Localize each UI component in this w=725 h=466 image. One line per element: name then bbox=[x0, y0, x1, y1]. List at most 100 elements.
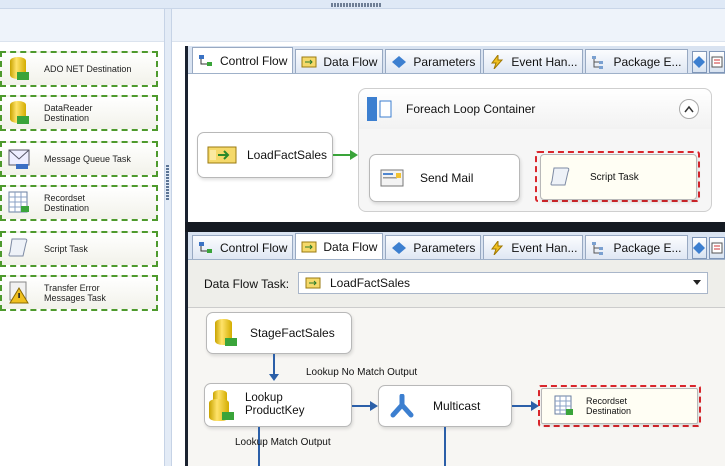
multicast-icon bbox=[389, 393, 415, 418]
parameters-icon bbox=[391, 241, 407, 255]
tab-control-flow[interactable]: Control Flow bbox=[192, 235, 294, 259]
toolbox-item-ado-net-destination[interactable]: ADO NET Destination bbox=[0, 51, 158, 87]
toolbox-item-script-task[interactable]: Script Task bbox=[0, 231, 158, 267]
script-task-label: Script Task bbox=[590, 171, 639, 183]
tab-package-explorer[interactable]: Package E... bbox=[585, 49, 688, 73]
send-mail-label: Send Mail bbox=[420, 170, 474, 185]
designer-header bbox=[172, 9, 725, 42]
task-selector-label: Data Flow Task: bbox=[204, 277, 290, 291]
tab-data-flow[interactable]: Data Flow bbox=[295, 49, 384, 73]
toolbox-item-label: Recordset Destination bbox=[44, 193, 90, 213]
recordset-grid-icon bbox=[8, 190, 30, 216]
database-source-icon bbox=[214, 318, 238, 348]
diamond-icon bbox=[693, 242, 706, 254]
toolbox-item-label: Transfer Error Messages Task bbox=[44, 283, 106, 303]
toolbox-item-datareader-destination[interactable]: DataReader Destination bbox=[0, 95, 158, 131]
lookup-product-key-label: Lookup ProductKey bbox=[245, 392, 305, 417]
toolbox-item-label: ADO NET Destination bbox=[44, 64, 132, 74]
package-button[interactable] bbox=[709, 51, 725, 73]
control-flow-icon bbox=[198, 54, 214, 68]
package-tree-icon bbox=[591, 241, 607, 255]
tab-label: Control Flow bbox=[220, 53, 288, 68]
tab-label: Event Han... bbox=[511, 54, 578, 69]
designer-tabs: Control Flow Data Flow Parameters Event … bbox=[188, 46, 725, 74]
data-flow-task-icon bbox=[305, 277, 321, 289]
toolbox-header bbox=[0, 9, 164, 42]
multicast-label: Multicast bbox=[433, 398, 481, 413]
tab-label: Parameters bbox=[413, 54, 476, 69]
chevron-up-icon bbox=[684, 105, 694, 113]
tab-label: Parameters bbox=[413, 240, 476, 255]
diamond-button[interactable] bbox=[691, 51, 708, 73]
toolbox-item-label: Script Task bbox=[44, 244, 88, 254]
multicast-transform[interactable]: Multicast bbox=[378, 385, 512, 427]
scroll-icon bbox=[8, 236, 30, 262]
tab-label: Package E... bbox=[613, 54, 682, 69]
envelope-icon bbox=[8, 146, 30, 172]
tab-event-handlers[interactable]: Event Han... bbox=[483, 235, 584, 259]
collapse-button[interactable] bbox=[679, 99, 699, 119]
precedence-arrow-head bbox=[350, 150, 358, 160]
recordset-grid-icon bbox=[554, 395, 574, 417]
package-icon bbox=[711, 56, 723, 68]
tab-control-flow[interactable]: Control Flow bbox=[192, 47, 294, 73]
lightning-icon bbox=[489, 53, 505, 69]
control-flow-designer: Control Flow Data Flow Parameters Event … bbox=[185, 46, 725, 222]
tab-parameters[interactable]: Parameters bbox=[385, 49, 482, 73]
connector-arrow-head bbox=[370, 401, 378, 411]
send-mail-task[interactable]: Send Mail bbox=[369, 154, 520, 202]
lightning-icon bbox=[489, 239, 505, 255]
mail-icon bbox=[380, 168, 404, 188]
stage-fact-sales-label: StageFactSales bbox=[250, 325, 335, 340]
connector-line bbox=[444, 427, 446, 466]
recordset-destination[interactable]: Recordset Destination bbox=[541, 388, 698, 424]
control-flow-icon bbox=[198, 241, 214, 255]
tab-label: Data Flow bbox=[323, 54, 378, 69]
warning-transfer-icon bbox=[8, 280, 30, 306]
task-selector-value: LoadFactSales bbox=[330, 276, 411, 290]
lookup-no-match-label: Lookup No Match Output bbox=[306, 367, 418, 378]
tab-package-explorer[interactable]: Package E... bbox=[585, 235, 688, 259]
tab-label: Data Flow bbox=[323, 239, 378, 254]
task-selector[interactable]: LoadFactSales bbox=[298, 272, 708, 294]
load-fact-sales-label: LoadFactSales bbox=[247, 147, 328, 162]
toolbox-item-recordset-destination[interactable]: Recordset Destination bbox=[0, 185, 158, 221]
stage-fact-sales-source[interactable]: StageFactSales bbox=[206, 312, 352, 354]
recordset-destination-label: Recordset Destination bbox=[586, 396, 632, 416]
splitter[interactable] bbox=[164, 9, 172, 466]
data-flow-task-icon bbox=[207, 145, 237, 165]
tab-parameters[interactable]: Parameters bbox=[385, 235, 482, 259]
container-header: Foreach Loop Container bbox=[359, 89, 711, 129]
diamond-button[interactable] bbox=[691, 237, 708, 259]
datareader-icon bbox=[8, 100, 30, 126]
task-selector-bar: Data Flow Task: LoadFactSales bbox=[188, 260, 725, 308]
connector-line bbox=[512, 405, 532, 407]
package-tree-icon bbox=[591, 55, 607, 69]
script-task[interactable]: Script Task bbox=[540, 154, 697, 200]
tab-label: Event Han... bbox=[511, 240, 578, 255]
diamond-icon bbox=[693, 56, 706, 68]
connector-line bbox=[352, 405, 372, 407]
package-button[interactable] bbox=[709, 237, 725, 259]
scroll-icon bbox=[550, 166, 572, 188]
panel-grip[interactable] bbox=[331, 3, 381, 7]
tab-event-handlers[interactable]: Event Han... bbox=[483, 49, 584, 73]
package-icon bbox=[711, 242, 723, 254]
toolbox-item-transfer-error-messages-task[interactable]: Transfer Error Messages Task bbox=[0, 275, 158, 311]
load-fact-sales-task[interactable]: LoadFactSales bbox=[197, 132, 333, 178]
data-flow-designer: Control Flow Data Flow Parameters Event … bbox=[185, 232, 725, 466]
connector-arrow-head bbox=[269, 374, 279, 381]
data-flow-icon bbox=[301, 240, 317, 254]
tab-data-flow[interactable]: Data Flow bbox=[295, 233, 384, 259]
foreach-loop-container[interactable]: Foreach Loop Container Send Mail Script … bbox=[358, 88, 712, 212]
container-title: Foreach Loop Container bbox=[406, 102, 536, 116]
lookup-icon bbox=[209, 390, 235, 421]
foreach-loop-icon bbox=[365, 95, 393, 123]
database-arrow-icon bbox=[8, 56, 30, 82]
splitter-grip[interactable] bbox=[166, 165, 169, 200]
designer-separator bbox=[185, 222, 725, 232]
lookup-product-key-transform[interactable]: Lookup ProductKey bbox=[204, 383, 352, 427]
tab-label: Package E... bbox=[613, 240, 682, 255]
chevron-down-icon[interactable] bbox=[693, 280, 701, 285]
toolbox-item-message-queue-task[interactable]: Message Queue Task bbox=[0, 141, 158, 177]
